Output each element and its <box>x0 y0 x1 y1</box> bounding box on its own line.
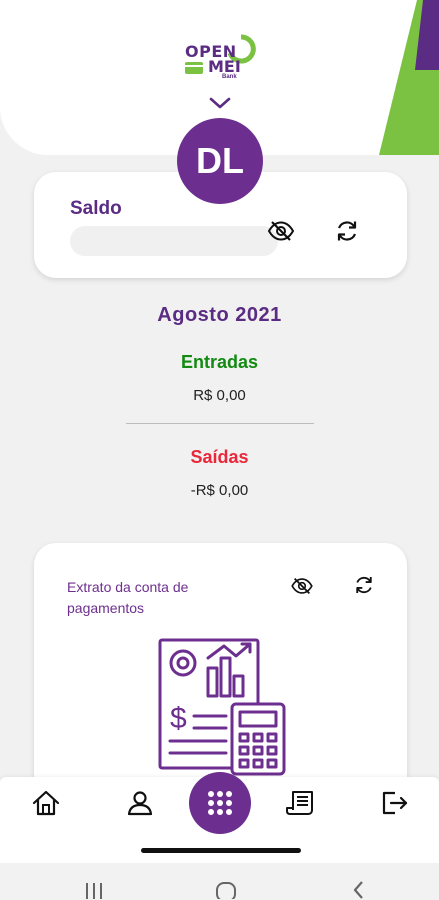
back-icon <box>353 881 363 899</box>
user-icon <box>127 791 153 816</box>
nav-statement[interactable] <box>285 789 315 817</box>
logo-card-icon <box>185 62 203 74</box>
nav-profile[interactable] <box>125 789 155 817</box>
recent-apps-button[interactable] <box>82 879 106 900</box>
eye-off-icon <box>267 221 295 241</box>
hide-statement-button[interactable] <box>287 571 317 601</box>
logout-icon <box>382 791 408 815</box>
entradas-label: Entradas <box>180 352 259 372</box>
system-home-button[interactable] <box>214 879 238 900</box>
header-decoration <box>379 0 439 155</box>
home-circle-icon <box>216 882 236 899</box>
home-indicator[interactable] <box>141 848 301 853</box>
logo-word-bank: Bank <box>222 74 237 80</box>
month-title: Agosto 2021 <box>157 304 282 326</box>
system-back-button[interactable] <box>346 879 370 900</box>
eye-off-icon <box>291 577 313 595</box>
openmei-logo: OPEN MEI Bank <box>182 34 262 84</box>
saidas-label: Saídas <box>190 447 249 467</box>
hide-balance-button[interactable] <box>266 216 296 246</box>
home-icon <box>32 790 60 816</box>
chevron-down-icon[interactable] <box>209 96 231 110</box>
nav-menu-button[interactable] <box>189 772 251 834</box>
refresh-icon <box>356 576 372 594</box>
avatar[interactable]: DL <box>177 118 263 204</box>
receipt-icon <box>286 791 313 815</box>
system-nav-bar <box>0 863 439 900</box>
bottom-nav <box>0 772 439 863</box>
entradas-value: R$ 0,00 <box>193 387 246 404</box>
recent-apps-icon <box>86 883 102 899</box>
nav-logout[interactable] <box>380 789 410 817</box>
refresh-balance-button[interactable] <box>332 216 362 246</box>
refresh-icon <box>337 221 357 241</box>
balance-label: Saldo <box>70 198 122 219</box>
statement-report-icon: $ <box>158 638 286 776</box>
balance-hidden-value <box>70 226 278 256</box>
statement-label: Extrato da conta de pagamentos <box>67 579 189 616</box>
nav-home[interactable] <box>31 789 61 817</box>
svg-text:$: $ <box>170 702 187 735</box>
divider <box>126 423 314 424</box>
refresh-statement-button[interactable] <box>349 570 379 600</box>
grid-icon <box>208 791 232 815</box>
saidas-value: -R$ 0,00 <box>190 482 249 499</box>
